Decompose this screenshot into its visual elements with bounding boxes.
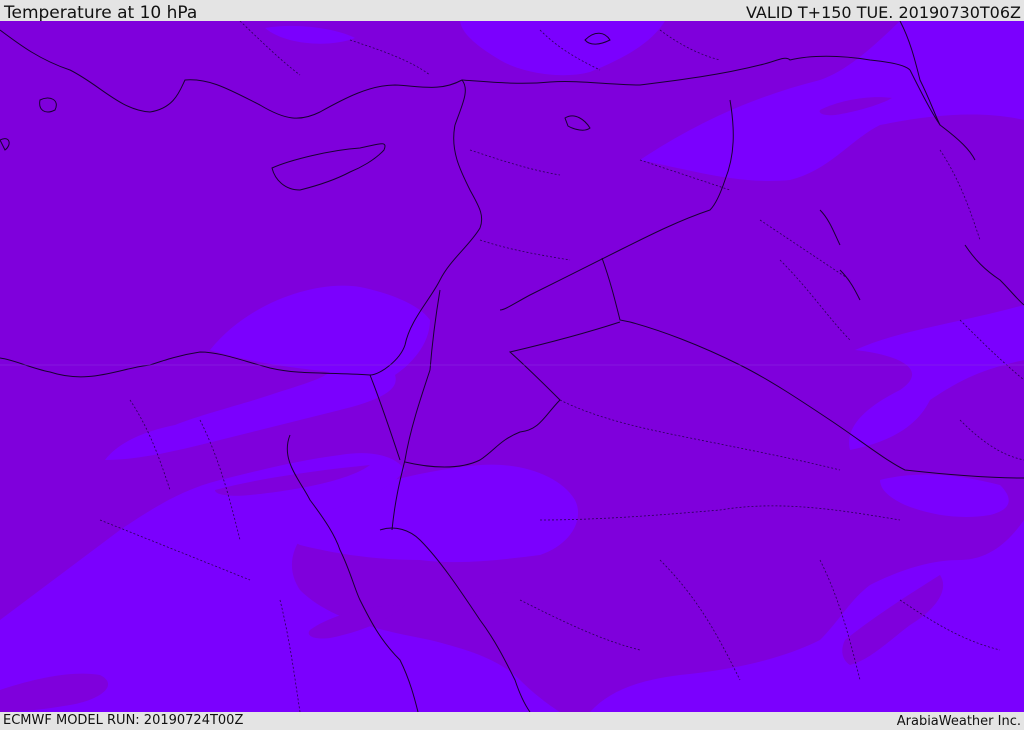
map-svg xyxy=(0,21,1024,712)
footer-bar: ECMWF MODEL RUN: 20190724T00Z ArabiaWeat… xyxy=(0,712,1024,729)
header-bar: Temperature at 10 hPa VALID T+150 TUE. 2… xyxy=(0,0,1024,23)
model-run-label: ECMWF MODEL RUN: 20190724T00Z xyxy=(3,713,244,728)
map-title: Temperature at 10 hPa xyxy=(4,3,198,23)
credit-label: ArabiaWeather Inc. xyxy=(896,714,1021,729)
map-canvas[interactable] xyxy=(0,21,1024,712)
valid-time: VALID T+150 TUE. 20190730T06Z xyxy=(745,3,1021,22)
